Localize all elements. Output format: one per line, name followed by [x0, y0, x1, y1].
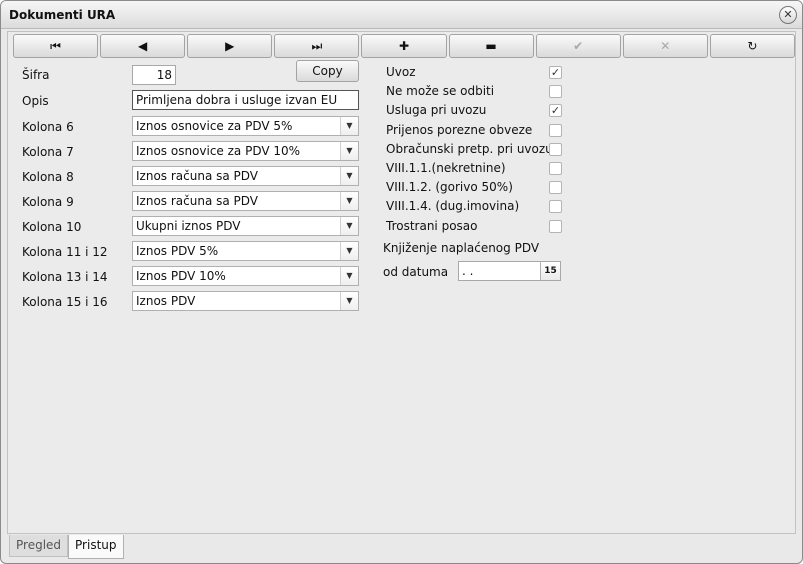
kolona-select-value: Iznos osnovice za PDV 10% [136, 144, 301, 158]
checkbox[interactable] [549, 123, 562, 137]
kolona-label: Kolona 15 i 16 [22, 295, 108, 309]
chevron-down-icon[interactable]: ▼ [340, 117, 358, 135]
sifra-label: Šifra [22, 68, 50, 82]
kolona-select[interactable]: Iznos osnovice za PDV 10% ▼ [132, 141, 359, 161]
checkbox[interactable]: ✓ [549, 66, 562, 79]
close-icon[interactable]: ✕ [779, 6, 797, 24]
form-panel: ⏮ ◀ ▶ ⏭ ✚ ▬ ✔ ✕ ↻ Šifra 18 Copy Opis Primljena d… [7, 31, 796, 534]
od-datuma-value: . . [462, 264, 474, 278]
checkbox-label: Uvoz [386, 65, 416, 79]
first-record-icon: ⏮ [50, 38, 61, 53]
kolona-select[interactable]: Ukupni iznos PDV ▼ [132, 216, 359, 236]
kolona-select[interactable]: Iznos PDV ▼ [132, 291, 359, 311]
kolona-select-value: Iznos osnovice za PDV 5% [136, 119, 293, 133]
kolona-select-value: Iznos PDV 5% [136, 244, 219, 258]
chevron-down-icon[interactable]: ▼ [340, 192, 358, 210]
prev-record-button[interactable]: ◀ [100, 34, 186, 58]
chevron-down-icon[interactable]: ▼ [340, 292, 358, 310]
last-record-icon: ⏭ [311, 38, 323, 53]
kolona-label: Kolona 7 [22, 145, 74, 159]
knjizenje-label: Knjiženje naplaćenog PDV [383, 241, 540, 255]
checkbox-label: Usluga pri uvozu [386, 103, 487, 118]
chevron-down-icon[interactable]: ▼ [340, 267, 358, 285]
kolona-select[interactable]: Iznos osnovice za PDV 5% ▼ [132, 116, 359, 136]
remove-icon: ▬ [485, 39, 497, 53]
prev-record-icon: ◀ [138, 39, 148, 53]
checkbox-label: Ne može se odbiti [386, 84, 495, 99]
remove-button[interactable]: ▬ [448, 34, 534, 58]
kolona-select[interactable]: Iznos PDV 10% ▼ [132, 266, 359, 286]
kolona-label: Kolona 8 [22, 170, 74, 184]
refresh-icon: ↻ [747, 39, 758, 53]
cancel-button[interactable]: ✕ [622, 34, 708, 58]
checkbox[interactable] [549, 219, 562, 233]
od-datuma-label: od datuma [383, 265, 449, 279]
sifra-field[interactable]: 18 [132, 65, 176, 85]
window-title: Dokumenti URA [9, 8, 116, 22]
checkmark-icon: ✓ [550, 104, 561, 118]
next-record-button[interactable]: ▶ [187, 34, 273, 58]
checkbox[interactable] [549, 181, 562, 195]
od-datuma-field[interactable]: . . 15 [458, 261, 561, 281]
checkbox-label: VIII.1.2. (gorivo 50%) [386, 180, 513, 195]
confirm-icon: ✔ [573, 39, 584, 53]
checkbox[interactable] [549, 85, 562, 99]
last-record-button[interactable]: ⏭ [274, 34, 360, 58]
kolona-select-value: Iznos računa sa PDV [136, 169, 259, 183]
kolona-select-value: Iznos PDV 10% [136, 269, 226, 283]
kolona-label: Kolona 6 [22, 120, 74, 134]
kolona-select[interactable]: Iznos računa sa PDV ▼ [132, 191, 359, 211]
refresh-button[interactable]: ↻ [709, 34, 795, 58]
opis-field[interactable]: Primljena dobra i usluge izvan EU [132, 90, 359, 110]
next-record-icon: ▶ [225, 39, 235, 53]
checkbox-label: VIII.1.4. (dug.imovina) [386, 199, 520, 214]
checkbox-label: Trostrani posao [386, 218, 478, 233]
kolona-select[interactable]: Iznos PDV 5% ▼ [132, 241, 359, 261]
chevron-down-icon[interactable]: ▼ [340, 142, 358, 160]
cancel-icon: ✕ [660, 39, 671, 53]
tab-pregled[interactable]: Pregled [9, 535, 69, 557]
checkbox[interactable] [549, 200, 562, 214]
add-icon: ✚ [398, 39, 410, 53]
tab-pristup[interactable]: Pristup [68, 535, 124, 559]
chevron-down-icon[interactable]: ▼ [340, 217, 358, 235]
kolona-select-value: Iznos računa sa PDV [136, 194, 259, 208]
checkbox-label: Prijenos porezne obveze [386, 122, 533, 137]
kolona-label: Kolona 9 [22, 195, 74, 209]
copy-button[interactable]: Copy [296, 60, 359, 82]
kolona-label: Kolona 13 i 14 [22, 270, 108, 284]
kolona-select-value: Iznos PDV [136, 294, 196, 308]
checkbox-label: VIII.1.1.(nekretnine) [386, 161, 506, 175]
add-button[interactable]: ✚ [361, 34, 447, 58]
record-toolbar: ⏮ ◀ ▶ ⏭ ✚ ▬ ✔ ✕ ↻ [13, 34, 795, 58]
checkmark-icon: ✓ [550, 66, 561, 79]
chevron-down-icon[interactable]: ▼ [340, 167, 358, 185]
kolona-label: Kolona 11 i 12 [22, 245, 108, 259]
checkbox[interactable] [549, 142, 562, 156]
checkbox-label: Obračunski pretp. pri uvozu [386, 141, 553, 156]
kolona-label: Kolona 10 [22, 220, 82, 234]
checkbox[interactable] [549, 162, 562, 175]
title-bar: Dokumenti URA ✕ [1, 1, 802, 29]
checkbox[interactable]: ✓ [549, 104, 562, 118]
calendar-icon[interactable]: 15 [540, 262, 560, 280]
kolona-select-value: Ukupni iznos PDV [136, 219, 241, 233]
dokumenti-ura-window: Dokumenti URA ✕ ⏮ ◀ ▶ ⏭ ✚ ▬ ✔ ✕ ↻ Šifra 18 Copy … [0, 0, 803, 564]
first-record-button[interactable]: ⏮ [13, 34, 99, 58]
bottom-tabs: Pregled Pristup [9, 535, 124, 559]
chevron-down-icon[interactable]: ▼ [340, 242, 358, 260]
kolona-select[interactable]: Iznos računa sa PDV ▼ [132, 166, 359, 186]
opis-label: Opis [22, 94, 49, 108]
confirm-button[interactable]: ✔ [535, 34, 621, 58]
